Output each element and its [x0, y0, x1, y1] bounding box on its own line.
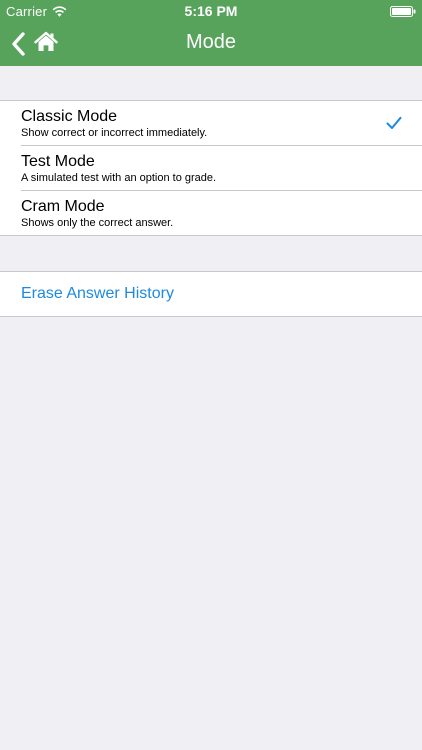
mode-description: Show correct or incorrect immediately. — [21, 127, 208, 139]
mode-description: A simulated test with an option to grade… — [21, 172, 217, 184]
mode-option-cram[interactable]: Cram Mode Shows only the correct answer. — [0, 191, 422, 235]
mode-title: Test Mode — [21, 153, 95, 170]
status-bar: Carrier 5:16 PM — [0, 0, 422, 22]
checkmark-icon — [386, 116, 402, 129]
erase-answer-history-label: Erase Answer History — [21, 285, 174, 302]
mode-title: Cram Mode — [21, 198, 105, 215]
erase-answer-history-button[interactable]: Erase Answer History — [0, 272, 422, 316]
battery-icon — [390, 6, 416, 17]
actions-list: Erase Answer History — [0, 271, 422, 317]
header: Carrier 5:16 PM Mode — [0, 0, 422, 66]
mode-title: Classic Mode — [21, 108, 118, 125]
mode-option-classic[interactable]: Classic Mode Show correct or incorrect i… — [0, 101, 422, 145]
mode-list: Classic Mode Show correct or incorrect i… — [0, 100, 422, 236]
nav-bar: Mode — [0, 22, 422, 66]
mode-option-test[interactable]: Test Mode A simulated test with an optio… — [0, 146, 422, 190]
status-time: 5:16 PM — [184, 3, 238, 19]
page-title: Mode — [185, 31, 237, 53]
mode-description: Shows only the correct answer. — [21, 217, 174, 229]
